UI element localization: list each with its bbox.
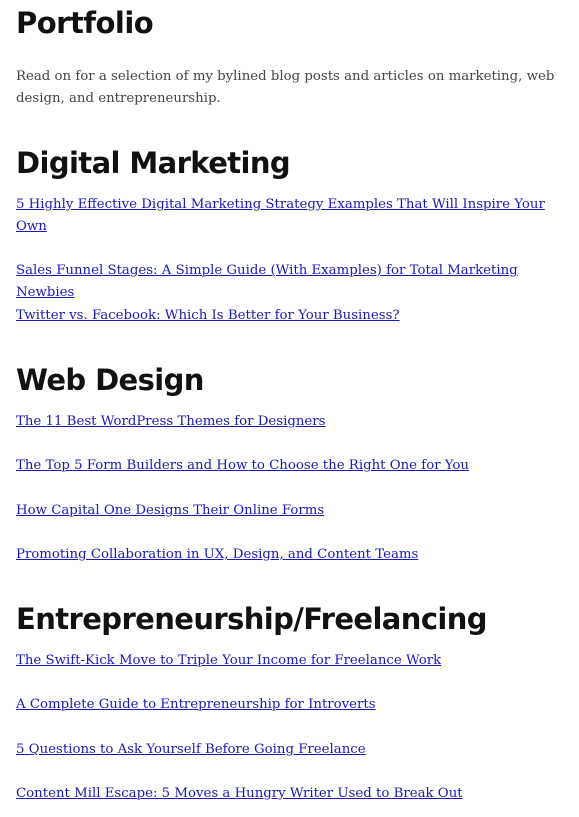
- article-link[interactable]: Promoting Collaboration in UX, Design, a…: [16, 544, 564, 566]
- article-link[interactable]: The 11 Best WordPress Themes for Designe…: [16, 411, 564, 433]
- section-title-entrepreneurship-freelancing: Entrepreneurship/Freelancing: [16, 602, 488, 636]
- section-title-digital-marketing: Digital Marketing: [16, 146, 291, 180]
- article-link[interactable]: Content Mill Escape: 5 Moves a Hungry Wr…: [16, 783, 564, 805]
- article-link[interactable]: The Top 5 Form Builders and How to Choos…: [16, 455, 564, 477]
- article-link[interactable]: How Capital One Designs Their Online For…: [16, 500, 564, 522]
- article-link[interactable]: Sales Funnel Stages: A Simple Guide (Wit…: [16, 260, 564, 304]
- article-link[interactable]: The Swift-Kick Move to Triple Your Incom…: [16, 650, 564, 672]
- article-link[interactable]: A Complete Guide to Entrepreneurship for…: [16, 694, 564, 716]
- article-link[interactable]: Twitter vs. Facebook: Which Is Better fo…: [16, 305, 564, 327]
- article-link[interactable]: 5 Highly Effective Digital Marketing Str…: [16, 194, 564, 238]
- intro-paragraph: Read on for a selection of my bylined bl…: [16, 69, 555, 106]
- article-link[interactable]: 5 Questions to Ask Yourself Before Going…: [16, 739, 564, 761]
- page-title: Portfolio: [16, 6, 154, 40]
- section-title-web-design: Web Design: [16, 363, 204, 397]
